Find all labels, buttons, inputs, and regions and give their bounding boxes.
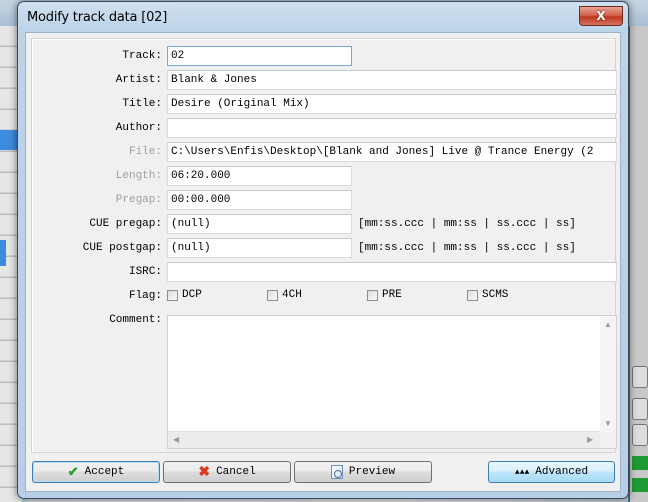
preview-button[interactable]: Preview [294,461,432,483]
accept-button-label: Accept [84,466,125,478]
flag-4ch-checkbox[interactable]: 4CH [267,289,302,301]
cue-pregap-label: CUE pregap: [89,218,162,230]
scroll-up-icon[interactable]: ▲ [604,321,612,329]
checkbox-icon [167,289,178,301]
scroll-down-icon[interactable]: ▼ [604,420,612,428]
flag-dcp-label: DCP [182,289,202,301]
isrc-label: ISRC: [128,266,162,278]
checkbox-icon [267,289,278,301]
flag-scms-label: SCMS [482,289,509,301]
artist-input[interactable]: Blank & Jones [167,70,617,90]
file-input[interactable]: C:\Users\Enfis\Desktop\[Blank and Jones]… [167,142,617,162]
cancel-button-label: Cancel [216,466,256,478]
cue-postgap-input[interactable]: (null) [167,238,352,258]
advanced-button[interactable]: ▲▲▲ Advanced [488,461,615,483]
track-input[interactable]: 02 [167,46,352,66]
accept-button[interactable]: ✔ Accept [32,461,160,483]
flag-scms-checkbox[interactable]: SCMS [467,289,508,301]
comment-vertical-scrollbar[interactable]: ▲ ▼ [600,316,616,432]
pregap-label: Pregap: [115,194,162,206]
triangles-up-icon: ▲▲▲ [514,467,530,477]
flag-4ch-label: 4CH [282,289,302,301]
author-input[interactable] [167,118,617,138]
background-right-panel [628,26,648,502]
track-data-group: Track: 02 Artist: Blank & Jones Title: D… [31,38,617,453]
artist-label: Artist: [115,74,162,86]
checkmark-icon: ✔ [67,464,79,480]
background-green-block [632,478,648,492]
author-label: Author: [115,122,162,134]
flag-dcp-checkbox[interactable]: DCP [167,289,202,301]
cancel-x-icon: ✖ [198,464,211,481]
length-label: Length: [115,170,162,182]
file-label: File: [128,146,162,158]
isrc-input[interactable] [167,262,617,282]
cancel-button[interactable]: ✖ Cancel [163,461,291,483]
background-highlight [0,240,6,266]
flag-pre-label: PRE [382,289,402,301]
close-icon: X [596,9,606,23]
cue-pregap-format-hint: [mm:ss.ccc | mm:ss | ss.ccc | ss] [358,218,576,230]
preview-button-label: Preview [348,466,396,478]
close-button[interactable]: X [579,6,623,26]
flag-pre-checkbox[interactable]: PRE [367,289,402,301]
flag-label: Flag: [128,290,162,302]
cue-postgap-label: CUE postgap: [82,242,162,254]
dialog-client-area: Track: 02 Artist: Blank & Jones Title: D… [25,32,621,492]
checkbox-icon [367,289,378,301]
title-label: Title: [122,98,162,110]
background-combo [632,366,648,388]
pregap-input[interactable]: 00:00.000 [167,190,352,210]
track-label: Track: [122,50,162,62]
dialog-title: Modify track data [02] [27,10,168,25]
modify-track-dialog: Modify track data [02] X Track: 02 Artis… [17,1,629,499]
comment-label: Comment: [109,314,162,326]
background-combo [632,398,648,420]
scroll-right-icon[interactable]: ▶ [587,436,593,444]
scroll-left-icon[interactable]: ◀ [173,436,179,444]
title-input[interactable]: Desire (Original Mix) [167,94,617,114]
preview-document-icon [330,465,343,479]
length-input[interactable]: 06:20.000 [167,166,352,186]
checkbox-icon [467,289,478,301]
cue-postgap-format-hint: [mm:ss.ccc | mm:ss | ss.ccc | ss] [358,242,576,254]
background-combo [632,424,648,446]
comment-textarea[interactable]: ▲ ▼ ◀ ▶ [167,315,617,449]
cue-pregap-input[interactable]: (null) [167,214,352,234]
advanced-button-label: Advanced [535,466,589,478]
background-green-block [632,456,648,470]
comment-horizontal-scrollbar[interactable]: ◀ ▶ [168,431,600,448]
scrollbar-corner [600,432,616,448]
